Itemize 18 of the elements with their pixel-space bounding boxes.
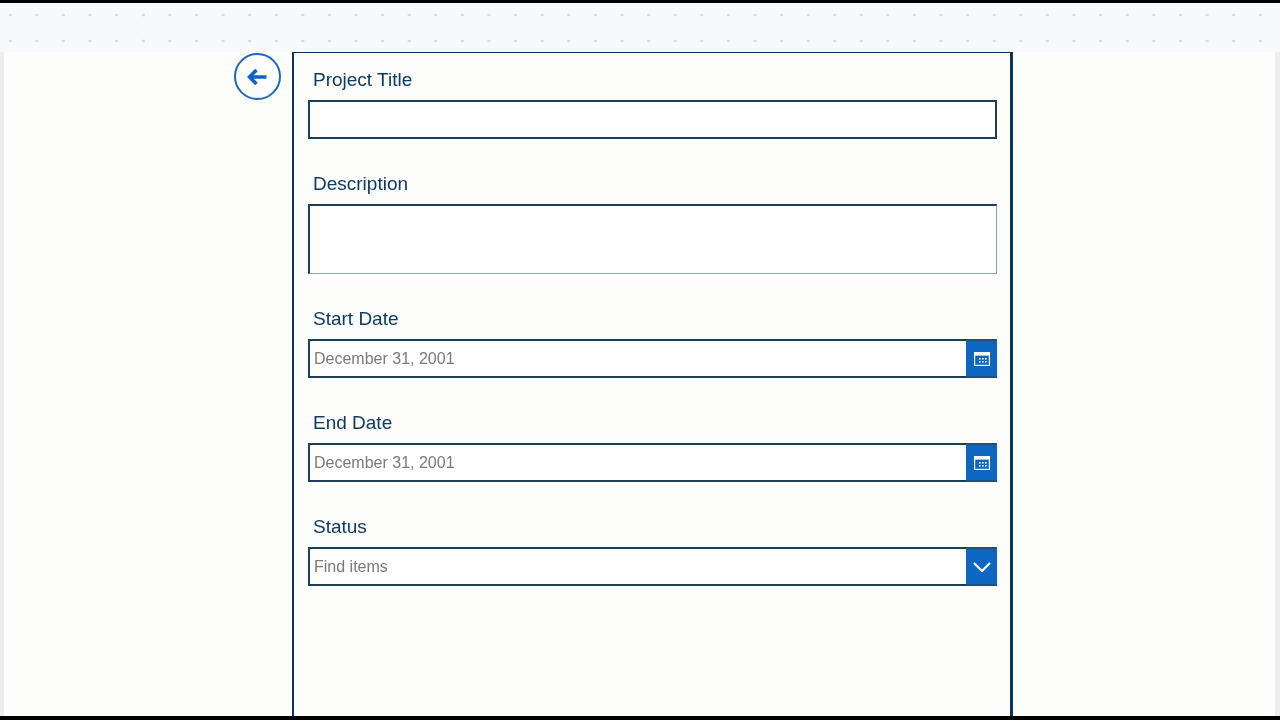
field-label: Status	[312, 515, 368, 539]
field-label: End Date	[312, 411, 394, 435]
combo-input[interactable]: Find items	[308, 547, 966, 586]
calendar-button[interactable]	[966, 339, 997, 378]
calendar-icon	[973, 455, 990, 470]
field-label: Start Date	[312, 307, 400, 331]
calendar-button[interactable]	[966, 443, 997, 482]
chevron-down-icon	[972, 561, 991, 572]
text-area[interactable]	[308, 204, 997, 274]
left-arrow-icon	[247, 68, 268, 85]
field-label: Description	[312, 172, 410, 196]
date-input[interactable]: December 31, 2001	[308, 443, 966, 482]
calendar-icon	[973, 351, 990, 366]
back-button[interactable]	[234, 53, 281, 100]
dropdown-button[interactable]	[966, 547, 997, 586]
date-input[interactable]: December 31, 2001	[308, 339, 966, 378]
text-input[interactable]	[308, 100, 997, 139]
field-label: Project Title	[312, 68, 414, 92]
